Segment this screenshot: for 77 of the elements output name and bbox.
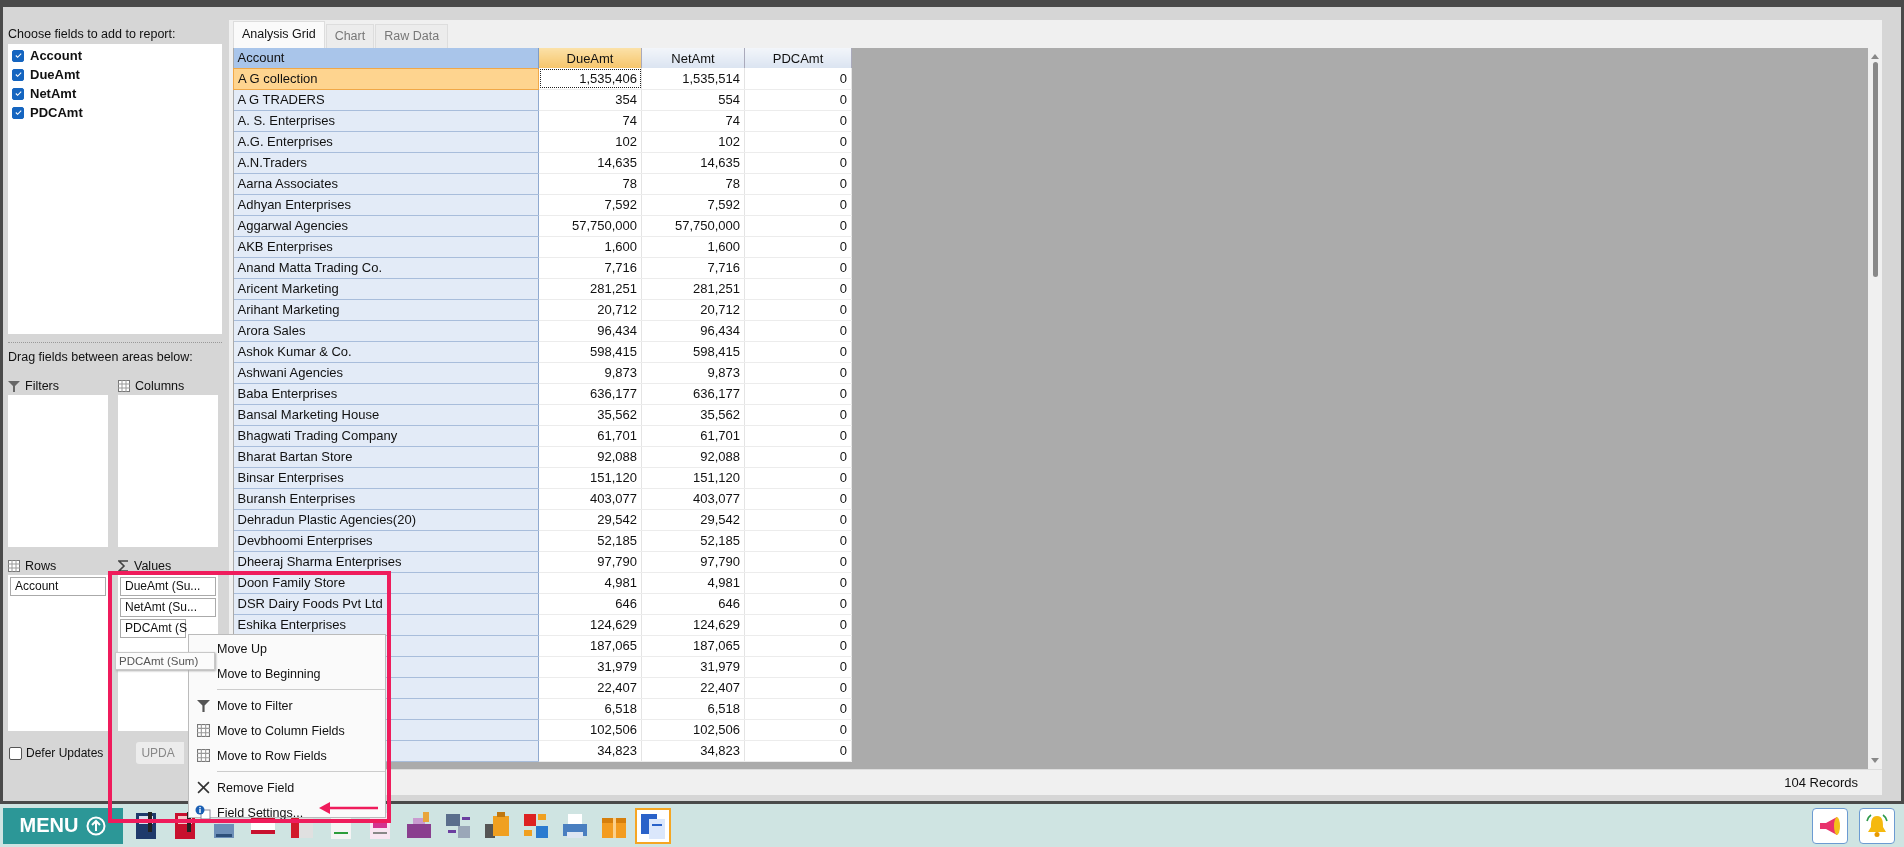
checkbox[interactable] [12,49,24,62]
menu-item[interactable]: Field Settings... [189,800,385,825]
row-header-cell: Aricent Marketing [233,278,539,299]
field-chip[interactable]: Account [10,577,106,596]
table-cell: 0 [744,68,852,89]
row-header-cell: Aggarwal Agencies [233,215,539,236]
scrollbar[interactable] [1868,48,1882,769]
table-cell: 1,535,406 [538,68,642,89]
field-chip[interactable]: NetAmt (Su... [120,598,216,617]
row-header-cell: A.N.Traders [233,152,539,173]
row-header-cell: A.G. Enterprises [233,131,539,152]
row-header-cell: Ashwani Agencies [233,362,539,383]
filter-icon [196,699,210,712]
tab[interactable]: Raw Data [375,24,449,48]
row-header-cell: A. S. Enterprises [233,110,539,131]
row-header-cell: Bhagwati Trading Company [233,425,539,446]
row-header-cell: Baba Enterprises [233,383,539,404]
menu-item[interactable]: Move to Row Fields [189,743,385,768]
row-header-cell: Bansal Marketing House [233,404,539,425]
row-header-cell: Arihant Marketing [233,299,539,320]
column-header[interactable]: PDCAmt [744,48,852,68]
row-header-cell: Dehradun Plastic Agencies(20) [233,509,539,530]
row-header-cell: Binsar Enterprises [233,467,539,488]
row-header-cell: Aarna Associates [233,173,539,194]
field-name[interactable]: NetAmt [30,86,77,101]
checkbox[interactable] [12,106,24,119]
menu-item[interactable]: Remove Field [189,775,385,800]
field-chip[interactable]: PDCAmt (S [120,619,186,638]
copy-icon[interactable] [635,807,671,844]
field-name[interactable]: PDCAmt [30,105,83,120]
tab[interactable]: Analysis Grid [233,21,325,48]
field-name[interactable]: Account [30,48,82,63]
area-label: Rows [25,558,57,573]
menu-button[interactable]: MENU [3,807,123,844]
grid-icon [8,559,20,572]
row-header-cell: Anand Matta Trading Co. [233,257,539,278]
field-list-label: Choose fields to add to report: [8,27,177,43]
pointer-arrow [318,801,380,815]
tab[interactable]: Chart [325,24,375,48]
record-count: 104 Records [1784,775,1858,790]
grid-icon [196,749,210,762]
close-icon [196,781,210,794]
grid-icon [118,379,130,392]
checkbox[interactable] [9,746,22,760]
row-header-cell: Adhyan Enterprises [233,194,539,215]
column-header[interactable]: NetAmt [641,48,745,68]
area-label: Columns [135,378,185,393]
field-chip[interactable]: DueAmt (Su... [120,577,216,596]
row-header-cell: Devbhoomi Enterprises [233,530,539,551]
column-header[interactable]: Account [233,48,539,68]
checkbox[interactable] [12,87,24,100]
column-header[interactable]: DueAmt [538,48,642,68]
sigma-icon [118,559,129,572]
grid-icon [196,724,210,737]
checkbox[interactable] [12,68,24,81]
row-header-cell: A G TRADERS [233,89,539,110]
row-header-cell: AKB Enterprises [233,236,539,257]
row-header-cell: Buransh Enterprises [233,488,539,509]
filter-icon [8,379,20,392]
row-header-cell: Ashok Kumar & Co. [233,341,539,362]
scroll-up-icon[interactable] [1870,52,1880,60]
row-header-cell: Arora Sales [233,320,539,341]
menu-item[interactable]: Move to Column Fields [189,718,385,743]
area-label: Values [134,558,172,573]
menu-item[interactable]: Move to Filter [189,693,385,718]
rows-area[interactable]: Account [8,575,108,731]
field-name[interactable]: DueAmt [30,67,80,82]
bell-icon[interactable] [1859,807,1895,844]
megaphone-icon[interactable] [1812,807,1848,844]
area-label: Filters [25,378,60,393]
table-cell: 1,535,514 [641,68,745,89]
areas-label: Drag fields between areas below: [8,350,194,366]
tooltip: PDCAmt (Sum) [115,652,215,670]
row-header-cell: A G collection [233,68,539,89]
scroll-down-icon[interactable] [1870,757,1880,765]
row-header-cell: Bharat Bartan Store [233,446,539,467]
checkbox-label[interactable]: Defer Updates [26,746,104,760]
